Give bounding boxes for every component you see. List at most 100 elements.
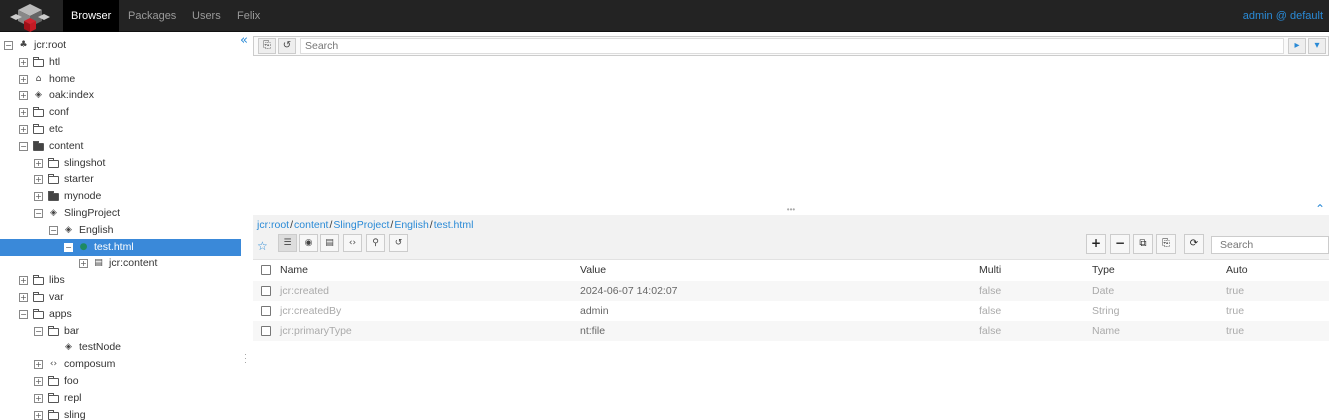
- workspace-name[interactable]: default: [1290, 10, 1323, 22]
- references-view-icon[interactable]: ⚲: [366, 234, 385, 252]
- expand-toggle-icon[interactable]: +: [19, 108, 28, 118]
- table-row[interactable]: jcr:primaryType nt:file false Name true: [253, 321, 1329, 341]
- tree-node-jcr-root[interactable]: − ♣ jcr:root: [0, 37, 241, 54]
- preview-view-icon[interactable]: ◉: [299, 234, 318, 252]
- tree-node-composum[interactable]: + ‹› composum: [0, 356, 241, 373]
- execute-search-icon[interactable]: ▸: [1288, 38, 1306, 54]
- column-header-auto[interactable]: Auto: [1226, 260, 1248, 280]
- tree-node-test-html[interactable]: − ● test.html: [0, 238, 241, 256]
- expand-toggle-icon[interactable]: +: [19, 91, 28, 101]
- tree-node-slingshot[interactable]: + slingshot: [0, 155, 241, 172]
- filter-icon[interactable]: ▾: [1308, 38, 1326, 54]
- add-property-button[interactable]: +: [1086, 234, 1106, 254]
- properties-view-icon[interactable]: ☰: [278, 234, 297, 252]
- collapse-toggle-icon[interactable]: −: [64, 242, 73, 252]
- tree-node-conf[interactable]: + conf: [0, 104, 241, 121]
- collapse-toggle-icon[interactable]: −: [19, 141, 28, 151]
- expand-toggle-icon[interactable]: +: [34, 410, 43, 420]
- tab-users[interactable]: Users: [184, 0, 229, 32]
- expand-toggle-icon[interactable]: +: [19, 74, 28, 84]
- user-name[interactable]: admin: [1243, 10, 1273, 22]
- expand-toggle-icon[interactable]: +: [79, 259, 88, 269]
- collapse-toggle-icon[interactable]: −: [19, 309, 28, 319]
- tab-felix[interactable]: Felix: [229, 0, 268, 32]
- expand-toggle-icon[interactable]: +: [19, 276, 28, 286]
- expand-toggle-icon[interactable]: +: [34, 377, 43, 386]
- tree-node-bar[interactable]: − bar: [0, 323, 241, 340]
- collapse-toggle-icon[interactable]: −: [34, 209, 43, 218]
- folder-filled-icon: [48, 191, 59, 202]
- tree-node-mynode[interactable]: + mynode: [0, 188, 241, 205]
- row-checkbox[interactable]: [261, 306, 271, 316]
- expand-toggle-icon[interactable]: +: [19, 125, 28, 134]
- expand-toggle-icon[interactable]: +: [19, 57, 28, 67]
- tree-node-etc[interactable]: + etc: [0, 121, 241, 138]
- tree-node-label: var: [49, 291, 64, 303]
- breadcrumb-item-root[interactable]: jcr:root: [257, 219, 289, 231]
- tree-node-starter[interactable]: + starter: [0, 171, 241, 188]
- search-input[interactable]: [300, 38, 1284, 54]
- expand-toggle-icon[interactable]: +: [34, 393, 43, 403]
- table-header-row: Name Value Multi Type Auto: [253, 260, 1329, 280]
- tab-packages[interactable]: Packages: [120, 0, 184, 32]
- code-view-icon[interactable]: ‹›: [343, 234, 362, 252]
- property-search-input[interactable]: [1211, 236, 1329, 254]
- reload-icon[interactable]: ⟳: [1184, 234, 1204, 254]
- tree-node-label: SlingProject: [64, 207, 121, 219]
- expand-toggle-icon[interactable]: +: [34, 192, 43, 202]
- tree-node-var[interactable]: + var: [0, 289, 241, 306]
- row-checkbox[interactable]: [261, 286, 271, 296]
- column-header-type[interactable]: Type: [1092, 260, 1115, 280]
- tree-node-jcr-content[interactable]: + ▤ jcr:content: [0, 255, 241, 272]
- tree-node-oak-index[interactable]: + ◈ oak:index: [0, 87, 241, 104]
- breadcrumb-item-test-html[interactable]: test.html: [434, 219, 474, 231]
- collapse-toggle-icon[interactable]: −: [49, 225, 58, 235]
- column-header-value[interactable]: Value: [580, 260, 606, 280]
- node-icon: ◈: [35, 90, 42, 101]
- history-icon[interactable]: ↺: [278, 38, 296, 54]
- row-checkbox[interactable]: [261, 326, 271, 336]
- tree-node-repl[interactable]: + repl: [0, 390, 241, 407]
- folder-icon: [33, 275, 44, 286]
- breadcrumb-item-english[interactable]: English: [394, 219, 428, 231]
- expand-toggle-icon[interactable]: +: [19, 293, 28, 302]
- collapse-tree-icon[interactable]: «: [240, 33, 248, 48]
- tree-node-english[interactable]: − ◈ English: [0, 222, 241, 239]
- expand-toggle-icon[interactable]: +: [34, 175, 43, 185]
- text-view-icon[interactable]: ▤: [320, 234, 339, 252]
- version-history-icon[interactable]: ↺: [389, 234, 408, 252]
- paste-property-icon[interactable]: ⎘: [1156, 234, 1176, 254]
- tree-node-home[interactable]: + ⌂ home: [0, 71, 241, 88]
- tab-browser[interactable]: Browser: [63, 0, 120, 32]
- composum-logo[interactable]: [6, 1, 54, 33]
- tree-node-slingproject[interactable]: − ◈ SlingProject: [0, 205, 241, 222]
- collapse-toggle-icon[interactable]: −: [4, 41, 13, 50]
- tree-node-testnode[interactable]: ◈ testNode: [0, 339, 241, 356]
- property-multi: false: [979, 305, 1002, 317]
- folder-icon: [33, 292, 44, 302]
- breadcrumb-item-slingproject[interactable]: SlingProject: [333, 219, 389, 231]
- column-header-name[interactable]: Name: [280, 260, 308, 280]
- horizontal-splitter-handle[interactable]: •••: [253, 206, 1329, 214]
- expand-up-icon[interactable]: ⌃: [1315, 202, 1325, 216]
- table-row[interactable]: jcr:created 2024-06-07 14:02:07 false Da…: [253, 281, 1329, 301]
- table-row[interactable]: jcr:createdBy admin false String true: [253, 301, 1329, 321]
- paste-icon[interactable]: ⎘: [258, 38, 276, 54]
- remove-property-button[interactable]: −: [1110, 234, 1130, 254]
- tree-node-apps[interactable]: − apps: [0, 306, 241, 323]
- copy-icon[interactable]: ⧉: [1133, 234, 1153, 254]
- expand-toggle-icon[interactable]: +: [34, 158, 43, 168]
- expand-toggle-icon[interactable]: +: [34, 360, 43, 370]
- tree-node-foo[interactable]: + foo: [0, 373, 241, 390]
- tree-node-libs[interactable]: + libs: [0, 272, 241, 289]
- collapse-toggle-icon[interactable]: −: [34, 326, 43, 336]
- vertical-splitter-handle[interactable]: · · ·: [244, 350, 247, 367]
- user-workspace-info[interactable]: admin @ default: [1243, 0, 1323, 32]
- breadcrumb-item-content[interactable]: content: [294, 219, 328, 231]
- column-header-multi[interactable]: Multi: [979, 260, 1001, 280]
- tree-node-content[interactable]: − content: [0, 138, 241, 155]
- tree-node-sling[interactable]: + sling: [0, 407, 241, 420]
- select-all-checkbox[interactable]: [261, 265, 271, 275]
- star-icon[interactable]: ☆: [257, 239, 268, 253]
- tree-node-htl[interactable]: + htl: [0, 54, 241, 71]
